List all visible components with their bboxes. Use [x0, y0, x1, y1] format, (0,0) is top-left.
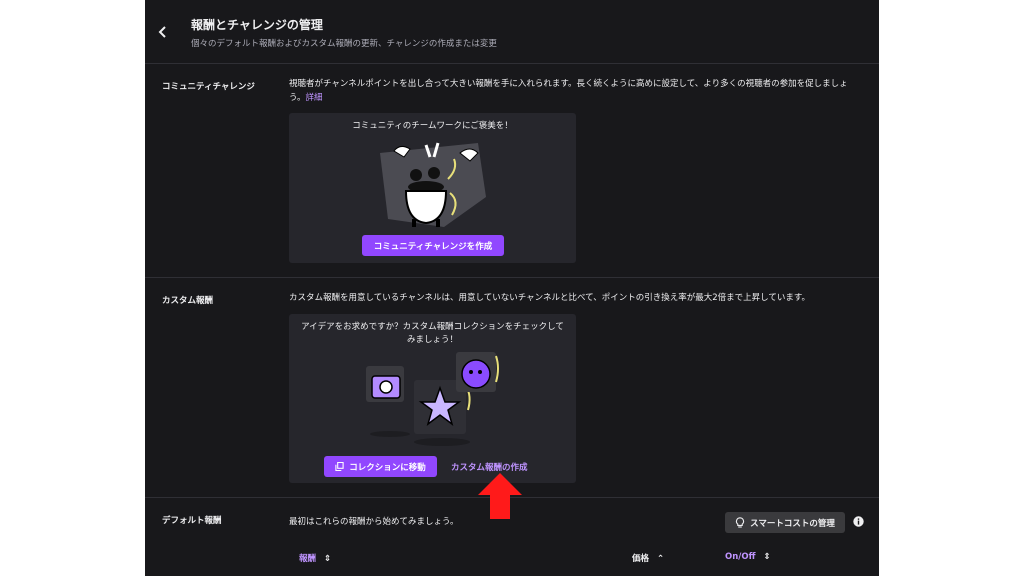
details-link[interactable]: 詳細: [306, 93, 323, 103]
back-arrow-glyph: [158, 26, 166, 38]
copy-icon: [335, 462, 344, 471]
manage-smart-cost-label: スマートコストの管理: [750, 518, 835, 529]
custom-card: アイデアをお求めですか？カスタム報酬コレクションをチェックして みましょう！ コ…: [289, 314, 576, 483]
info-icon[interactable]: [853, 516, 864, 527]
page-title: 報酬とチャレンジの管理: [191, 18, 323, 32]
community-description: 視聴者がチャンネルポイントを出し合って大きい報酬を手に入れられます。長く続くよう…: [289, 77, 864, 105]
cauldron-illustration: [380, 142, 486, 227]
sort-updown-icon: ⇕: [763, 552, 771, 562]
sort-updown-icon: ⇕: [323, 554, 332, 564]
sort-up-icon: ⌃: [656, 554, 665, 564]
column-header-reward[interactable]: 報酬 ⇕: [299, 552, 331, 564]
community-section-label: コミュニティチャレンジ: [162, 82, 255, 92]
create-community-challenge-button[interactable]: コミュニティチャレンジを作成: [362, 235, 504, 256]
page-header: 報酬とチャレンジの管理 個々のデフォルト報酬およびカスタム報酬の更新、チャレンジ…: [145, 0, 879, 63]
annotation-arrow-icon: [478, 473, 522, 519]
community-description-text: 視聴者がチャンネルポイントを出し合って大きい報酬を手に入れられます。長く続くよう…: [289, 79, 848, 103]
community-card-title: コミュニティのチームワークにご褒美を！: [352, 121, 513, 131]
custom-card-title-line1: アイデアをお求めですか？カスタム報酬コレクションをチェックして: [301, 322, 564, 332]
price-column-label: 価格: [632, 554, 650, 564]
default-section-label: デフォルト報酬: [162, 516, 222, 526]
go-to-collection-label: コレクションに移動: [349, 462, 426, 473]
manage-smart-cost-button[interactable]: スマートコストの管理: [725, 512, 845, 533]
custom-section-label: カスタム報酬: [162, 296, 214, 306]
custom-card-title-line2: みましょう！: [406, 335, 458, 345]
onoff-column-label: On/Off: [725, 552, 756, 562]
rewards-illustration: [366, 352, 499, 446]
divider: [145, 277, 879, 278]
divider: [145, 63, 879, 64]
community-card: コミュニティのチームワークにご褒美を！ コミュニティチャレンジを作成: [289, 113, 576, 263]
custom-description: カスタム報酬を用意しているチャンネルは、用意していないチャンネルと比べて、ポイン…: [289, 293, 811, 303]
go-to-collection-button[interactable]: コレクションに移動: [324, 456, 437, 477]
column-header-price[interactable]: 価格 ⌃: [632, 552, 664, 564]
lightbulb-icon: [736, 517, 745, 528]
column-header-onoff[interactable]: On/Off ⇕: [725, 552, 771, 562]
reward-column-label: 報酬: [299, 554, 317, 564]
chevron-left-icon[interactable]: [153, 20, 173, 44]
page-subtitle: 個々のデフォルト報酬およびカスタム報酬の更新、チャレンジの作成または変更: [191, 39, 497, 49]
